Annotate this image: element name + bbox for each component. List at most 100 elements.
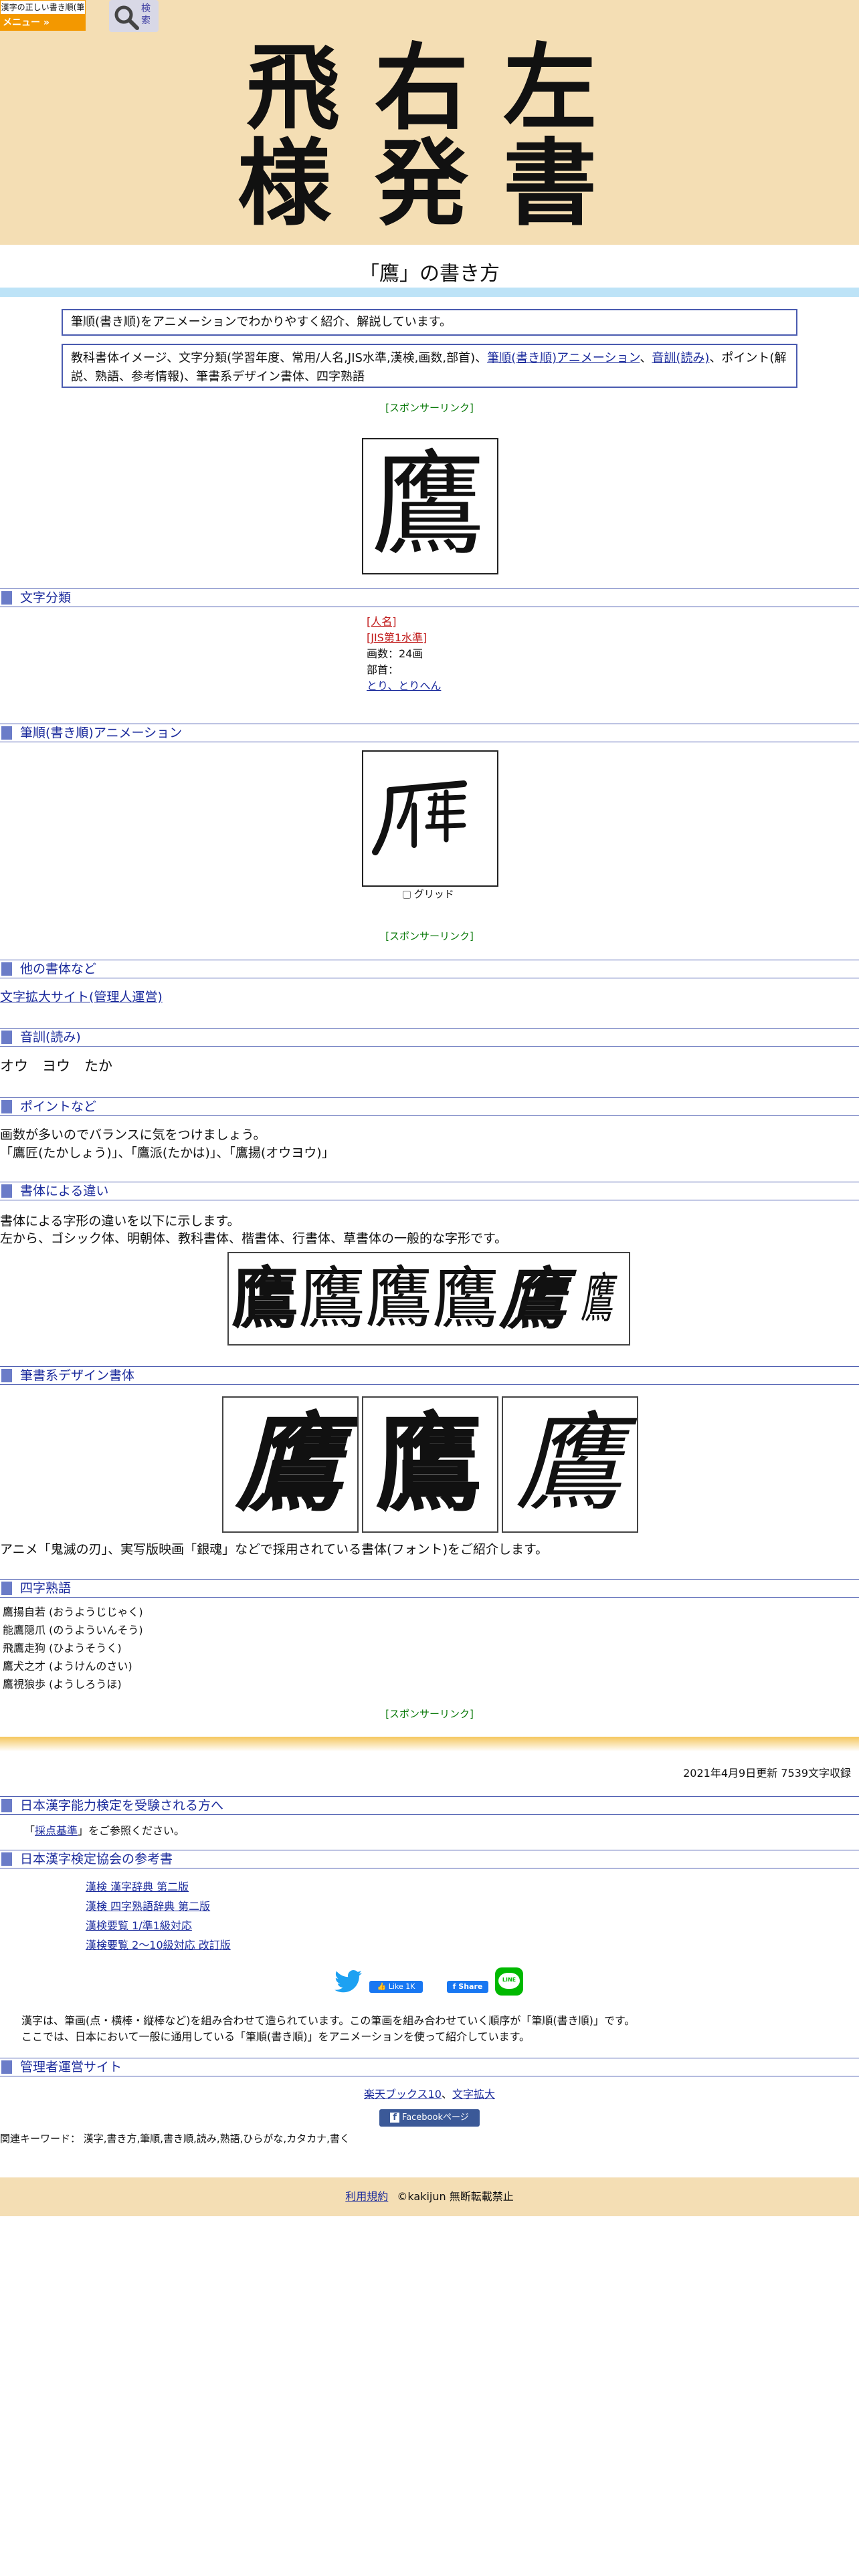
admin-links: 楽天ブックス10、文字拡大 bbox=[0, 2086, 859, 2102]
terms-link[interactable]: 利用規約 bbox=[345, 2190, 388, 2203]
brush-font-sample: 鷹 bbox=[362, 1396, 498, 1533]
section-brush-fonts: 筆書系デザイン書体 bbox=[0, 1366, 859, 1385]
facebook-share-button[interactable]: f Share bbox=[447, 1981, 488, 1993]
sponsor-label: [スポンサーリンク] bbox=[385, 930, 474, 942]
tag-jinmei[interactable]: [人名] bbox=[367, 615, 397, 628]
hero-char: 様 bbox=[237, 129, 332, 239]
brush-font-sample: 鷹 bbox=[502, 1396, 638, 1533]
yoji-item: 能鷹隠爪 (のうよういんそう) bbox=[3, 1624, 143, 1636]
yoji-item: 飛鷹走狗 (ひようそうく) bbox=[3, 1642, 122, 1654]
line-button[interactable]: LINE bbox=[495, 1967, 523, 1996]
intro-text: 筆順(書き順)をアニメーションでわかりやすく紹介、解説しています。 bbox=[71, 315, 452, 329]
section-divider bbox=[0, 1737, 859, 1751]
search-button[interactable]: 検索 bbox=[109, 0, 159, 32]
contents-separator: 、 bbox=[640, 351, 652, 365]
about-line: ここでは、日本において一般に通用している「筆順(書き順)」をアニメーションを使っ… bbox=[21, 2030, 531, 2043]
contents-box: 教科書体イメージ、文字分類(学習年度、常用/人名,JIS水準,漢検,画数,部首)… bbox=[62, 344, 797, 388]
admin-separator: 、 bbox=[441, 2088, 452, 2101]
kentei-note: 「採点基準」をご参照ください。 bbox=[24, 1822, 185, 1840]
menu-button[interactable]: メニュー » bbox=[0, 15, 86, 31]
points-line: 画数が多いのでバランスに気をつけましょう。 bbox=[0, 1128, 266, 1142]
contents-text: 教科書体イメージ、文字分類(学習年度、常用/人名,JIS水準,漢検,画数,部首)… bbox=[71, 351, 488, 365]
title-divider bbox=[0, 288, 859, 297]
copyright: ©kakijun 無断転載禁止 bbox=[397, 2190, 514, 2203]
book-link[interactable]: 漢検 四字熟語辞典 第二版 bbox=[86, 1900, 210, 1913]
section-kentei-books: 日本漢字検定協会の参考書 bbox=[0, 1850, 859, 1868]
stroke-animation[interactable] bbox=[362, 750, 498, 887]
section-kentei: 日本漢字能力検定を受験される方へ bbox=[0, 1796, 859, 1815]
sponsor-label: [スポンサーリンク] bbox=[385, 1708, 474, 1720]
font-sample-textbook: 鷹 bbox=[365, 1261, 432, 1335]
font-diff-line: 書体による字形の違いを以下に示します。 bbox=[0, 1214, 240, 1228]
grid-checkbox[interactable] bbox=[403, 890, 411, 899]
book-list: 漢検 漢字辞典 第二版 漢検 四字熟語辞典 第二版 漢検要覧 1/準1級対応 漢… bbox=[86, 1877, 231, 1955]
points-line: 「鷹匠(たかしょう)」、「鷹派(たかは)」、「鷹揚(オウヨウ)」 bbox=[0, 1146, 335, 1160]
top-bar: 漢字の正しい書き順(筆順) メニュー » 検索 bbox=[0, 0, 859, 33]
kanji-glyph: 鷹 bbox=[371, 439, 486, 571]
footer: 利用規約 ©kakijun 無断転載禁止 bbox=[0, 2177, 859, 2216]
yoji-item: 鷹揚自若 (おうようじじゃく) bbox=[3, 1606, 143, 1618]
share-label: Share bbox=[458, 1982, 483, 1991]
zoom-link[interactable]: 文字拡大 bbox=[452, 2088, 495, 2101]
facebook-like-button[interactable]: 👍 Like 1K bbox=[369, 1981, 423, 1993]
brush-caption: アニメ「鬼滅の刃」、実写版映画「銀魂」などで採用されている書体(フォント)をご紹… bbox=[0, 1542, 549, 1557]
twitter-icon[interactable] bbox=[335, 1970, 363, 1993]
facebook-page-button[interactable]: f Facebookページ bbox=[379, 2109, 480, 2127]
font-sample-gothic: 鷹 bbox=[231, 1259, 298, 1337]
font-sample-mincho: 鷹 bbox=[298, 1259, 365, 1337]
facebook-icon: f bbox=[390, 2113, 399, 2123]
hero-char: 飛 bbox=[246, 33, 341, 143]
section-animation: 筆順(書き順)アニメーション bbox=[0, 724, 859, 742]
font-sample-gyosho: 鷹 bbox=[499, 1259, 566, 1338]
brush-glyph: 鷹 bbox=[515, 1400, 623, 1525]
reading-link[interactable]: 音訓(読み) bbox=[652, 351, 709, 365]
keywords: 関連キーワード： 漢字,書き方,筆順,書き順,読み,熟語,ひらがな,カタカナ,書… bbox=[0, 2133, 350, 2145]
animation-link[interactable]: 筆順(書き順)アニメーション bbox=[487, 351, 640, 365]
section-points: ポイントなど bbox=[0, 1097, 859, 1116]
social-buttons: 👍 Like 1K f Share LINE bbox=[0, 1967, 859, 1997]
reading-text: オウ ヨウ たか bbox=[0, 1058, 112, 1074]
hero-char: 左 bbox=[503, 33, 597, 143]
section-yoji: 四字熟語 bbox=[0, 1579, 859, 1598]
kentei-post: 」をご参照ください。 bbox=[78, 1824, 185, 1837]
like-icon: 👍 bbox=[377, 1982, 387, 1991]
tag-jis[interactable]: [JIS第1水準] bbox=[367, 631, 427, 644]
yoji-item: 鷹犬之才 (ようけんのさい) bbox=[3, 1660, 132, 1673]
brush-glyph: 鷹 bbox=[235, 1400, 343, 1526]
site-logo[interactable]: 漢字の正しい書き順(筆順) bbox=[0, 0, 86, 25]
hero-char: 発 bbox=[375, 129, 469, 239]
update-info: 2021年4月9日更新 7539文字収録 bbox=[683, 1767, 851, 1780]
search-icon bbox=[114, 5, 139, 30]
section-reading: 音訓(読み) bbox=[0, 1028, 859, 1047]
brush-font-sample: 鷹 bbox=[222, 1396, 359, 1533]
hero-banner: 飛 右 左 様 発 書 bbox=[0, 0, 859, 245]
book-link[interactable]: 漢検要覧 2～10級対応 改訂版 bbox=[86, 1939, 231, 1951]
radical-link[interactable]: とり、とりへん bbox=[367, 679, 441, 692]
search-label: 検索 bbox=[141, 3, 151, 26]
facebook-icon: f bbox=[452, 1982, 456, 1991]
radical-label: 部首： bbox=[367, 663, 399, 676]
section-admin: 管理者運営サイト bbox=[0, 2058, 859, 2076]
intro-box: 筆順(書き順)をアニメーションでわかりやすく紹介、解説しています。 bbox=[62, 309, 797, 336]
stroke-drawing bbox=[372, 780, 467, 855]
about-text: 漢字は、筆画(点・横棒・縦棒など)を組み合わせて造られています。この筆画を組み合… bbox=[21, 2013, 635, 2045]
like-label: Like 1K bbox=[388, 1982, 415, 1991]
sponsor-label: [スポンサーリンク] bbox=[385, 402, 474, 414]
classification-info: [人名] [JIS第1水準] 画数：24画 部首： とり、とりへん bbox=[367, 614, 441, 694]
section-font-diff: 書体による違い bbox=[0, 1182, 859, 1200]
book-link[interactable]: 漢検要覧 1/準1級対応 bbox=[86, 1919, 192, 1932]
font-sample-kaisho: 鷹 bbox=[432, 1259, 499, 1337]
brush-glyph: 鷹 bbox=[375, 1400, 483, 1526]
yoji-item: 鷹視狼歩 (ようしろうほ) bbox=[3, 1678, 122, 1691]
font-sample-sosho: 鷹 bbox=[581, 1267, 613, 1329]
zoom-site-link[interactable]: 文字拡大サイト(管理人運営) bbox=[0, 990, 163, 1004]
scoring-link[interactable]: 採点基準 bbox=[35, 1824, 78, 1837]
section-classification: 文字分類 bbox=[0, 588, 859, 607]
grid-toggle[interactable]: グリッド bbox=[403, 887, 454, 902]
book-link[interactable]: 漢検 漢字辞典 第二版 bbox=[86, 1881, 189, 1893]
hero-char: 書 bbox=[503, 129, 597, 239]
about-line: 漢字は、筆画(点・横棒・縦棒など)を組み合わせて造られています。この筆画を組み合… bbox=[21, 2014, 636, 2027]
rakuten-link[interactable]: 楽天ブックス10 bbox=[364, 2088, 442, 2101]
grid-label: グリッド bbox=[413, 888, 454, 900]
font-comparison-image: 鷹 鷹 鷹 鷹 鷹 鷹 bbox=[227, 1252, 630, 1346]
